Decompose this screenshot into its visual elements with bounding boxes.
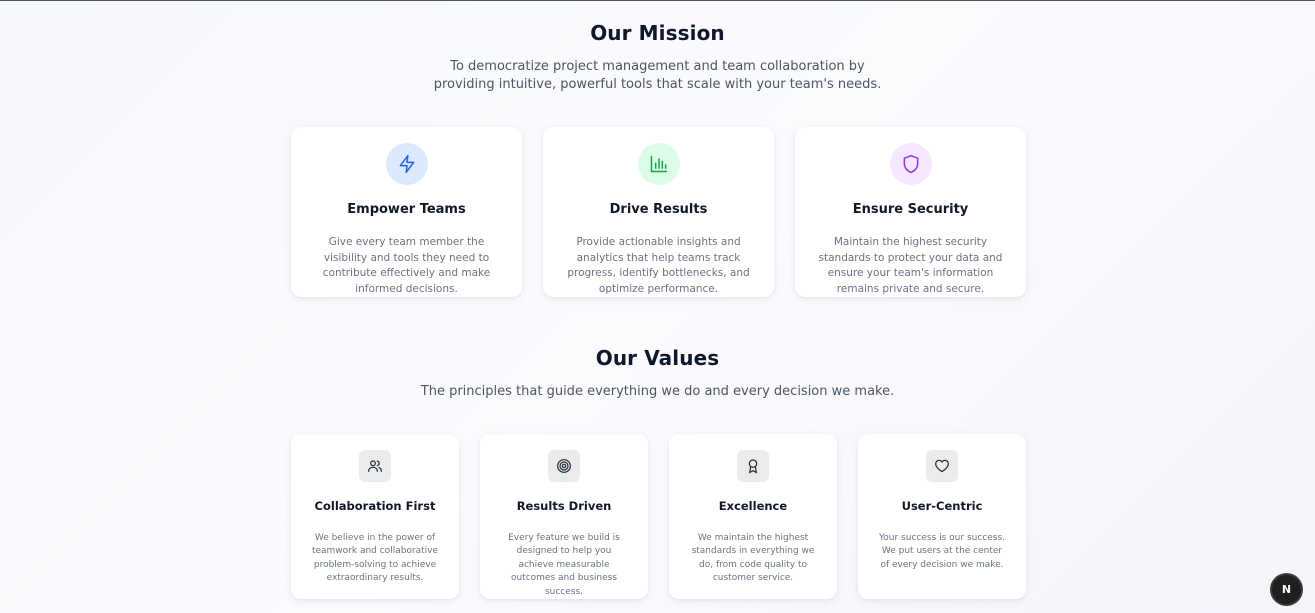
values-lead: The principles that guide everything we … [420, 384, 895, 399]
values-cards: Collaboration First We believe in the po… [291, 434, 1026, 599]
mission-card-text: Maintain the highest security standards … [818, 236, 1003, 295]
bar-chart-icon [637, 143, 680, 185]
nextjs-badge-label: N [1281, 583, 1292, 596]
value-card-user-centric: User-Centric Your success is our success… [858, 434, 1026, 599]
mission-section: Our Mission To democratize project manag… [0, 21, 1315, 94]
mission-title: Our Mission [590, 21, 725, 45]
value-card-title: Excellence [718, 499, 788, 513]
value-card-results-driven: Results Driven Every feature we build is… [480, 434, 648, 599]
mission-cards: Empower Teams Give every team member the… [291, 127, 1026, 297]
value-card-text: Your success is our success. We put user… [878, 533, 1006, 570]
mission-card-ensure-security: Ensure Security Maintain the highest sec… [795, 127, 1026, 297]
mission-card-drive-results: Drive Results Provide actionable insight… [543, 127, 774, 297]
mission-card-text: Give every team member the visibility an… [322, 236, 491, 295]
value-card-text: Every feature we build is designed to he… [508, 532, 620, 597]
lightning-icon [385, 143, 428, 185]
value-card-text: We believe in the power of teamwork and … [311, 533, 439, 584]
mission-card-title: Empower Teams [347, 202, 466, 217]
value-card-collaboration-first: Collaboration First We believe in the po… [291, 434, 459, 599]
mission-card-title: Drive Results [609, 202, 708, 217]
values-title: Our Values [595, 346, 720, 370]
value-card-title: User-Centric [901, 499, 983, 513]
value-card-title: Collaboration First [314, 499, 436, 513]
nextjs-icon[interactable]: N [1272, 575, 1301, 604]
value-card-text: We maintain the highest standards in eve… [691, 533, 815, 584]
target-icon [548, 450, 580, 482]
users-icon [359, 450, 391, 482]
mission-lead: To democratize project management and te… [433, 59, 882, 92]
mission-card-text: Provide actionable insights and analytic… [567, 236, 750, 295]
award-icon [737, 450, 769, 482]
mission-card-empower-teams: Empower Teams Give every team member the… [291, 127, 522, 297]
value-card-excellence: Excellence We maintain the highest stand… [669, 434, 837, 599]
value-card-title: Results Driven [516, 498, 612, 513]
values-section: Our Values The principles that guide eve… [0, 346, 1315, 401]
heart-icon [926, 450, 958, 482]
mission-card-title: Ensure Security [852, 202, 969, 217]
shield-icon [889, 143, 932, 185]
